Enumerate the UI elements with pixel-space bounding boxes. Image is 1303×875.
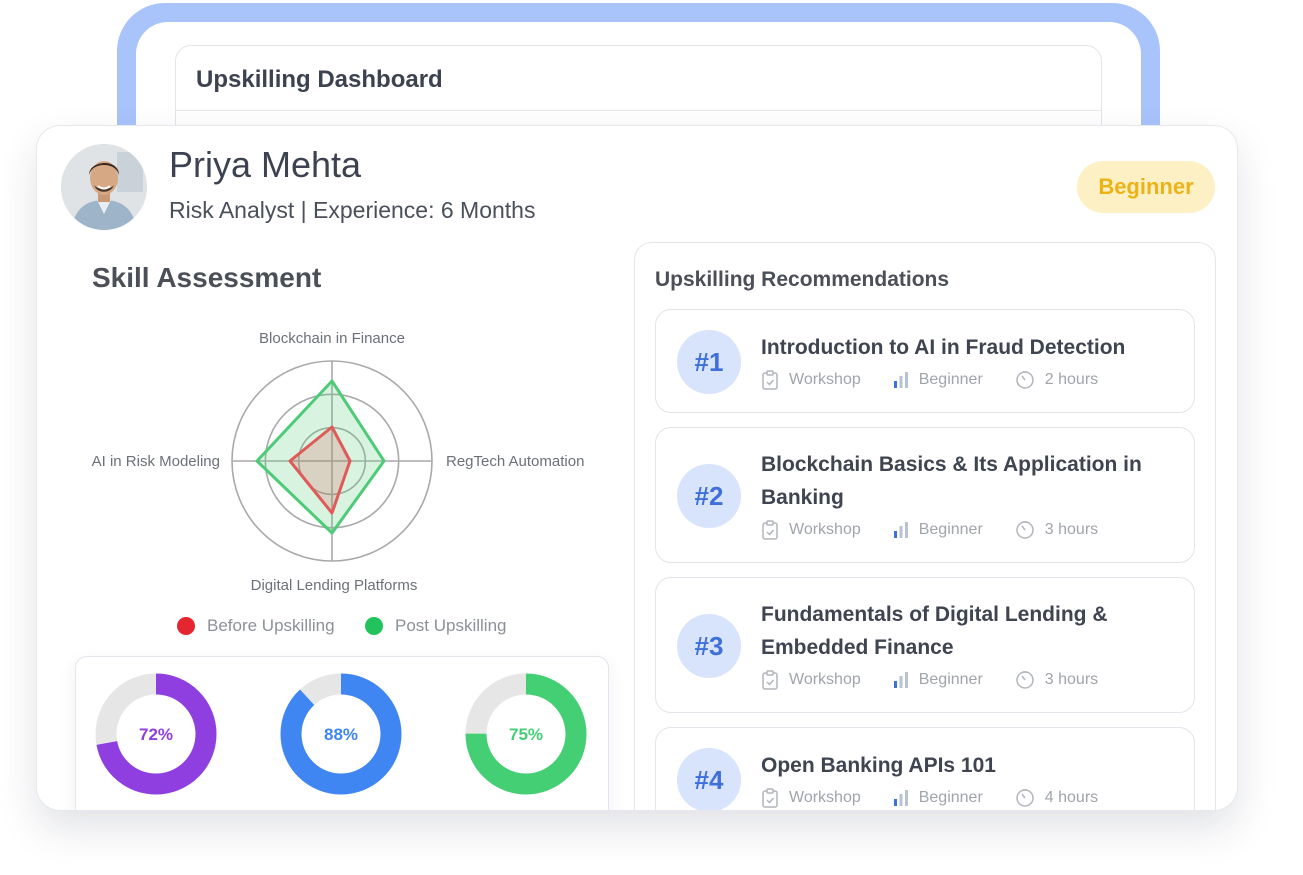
progress-donut-1: 72% [95, 673, 217, 795]
recommendation-item-2[interactable]: #2 Blockchain Basics & Its Application i… [655, 427, 1195, 563]
recommendation-meta: Workshop Beginner 2 hours [761, 370, 1130, 390]
progress-donut-3: 75% [465, 673, 587, 795]
meta-level: Beginner [893, 371, 983, 389]
legend-before-dot [177, 617, 195, 635]
recommendation-item-4[interactable]: #4 Open Banking APIs 101 Workshop Beginn… [655, 727, 1195, 810]
radar-axis-label: Blockchain in Finance [259, 330, 405, 347]
skill-assessment-title: Skill Assessment [92, 262, 322, 293]
radar-axis-label: RegTech Automation [446, 453, 584, 470]
meta-duration: 4 hours [1015, 788, 1098, 808]
meta-level: Beginner [893, 521, 983, 539]
dashboard-title: Upskilling Dashboard [196, 66, 443, 93]
recommendation-title: Introduction to AI in Fraud Detection [761, 336, 1126, 359]
meta-duration: 2 hours [1015, 370, 1098, 390]
legend-post-label: Post Upskilling [395, 616, 507, 635]
meta-level-label: Beginner [918, 789, 983, 806]
timer-icon [1016, 789, 1034, 807]
meta-level-label: Beginner [918, 521, 983, 538]
radar-chart: Blockchain in Finance RegTech Automation D… [92, 330, 585, 594]
recommendations-panel: Upskilling Recommendations #1 Introducti… [634, 242, 1216, 810]
legend-before: Before Upskilling [177, 616, 335, 636]
timer-icon [1016, 671, 1034, 689]
meta-type-label: Workshop [789, 521, 861, 538]
radar-axis-label: Digital Lending Platforms [251, 577, 418, 594]
recommendation-item-3[interactable]: #3 Fundamentals of Digital Lending & Emb… [655, 577, 1195, 713]
level-badge: Beginner [1077, 161, 1215, 213]
meta-type: Workshop [761, 520, 861, 540]
rank-badge: #4 [677, 748, 741, 810]
clipboard-icon [762, 520, 778, 540]
clipboard-icon [762, 670, 778, 690]
rank-badge: #3 [677, 614, 741, 678]
recommendations-title: Upskilling Recommendations [655, 268, 950, 291]
meta-duration-label: 2 hours [1044, 371, 1099, 388]
bar-chart-icon [893, 522, 908, 538]
meta-type-label: Workshop [789, 671, 861, 688]
legend-post-dot [365, 617, 383, 635]
donut-percent-label: 88% [324, 725, 358, 744]
meta-type-label: Workshop [789, 789, 861, 806]
progress-card: 72% 88% 75% [75, 656, 609, 810]
profile-card: Priya Mehta Risk Analyst | Experience: 6… [36, 125, 1238, 811]
avatar [61, 144, 147, 230]
recommendation-meta: Workshop Beginner 3 hours [761, 520, 1130, 540]
radar-axis-label: AI in Risk Modeling [92, 453, 220, 470]
clipboard-icon [762, 370, 778, 390]
recommendation-item-1[interactable]: #1 Introduction to AI in Fraud Detection… [655, 309, 1195, 413]
meta-duration: 3 hours [1015, 520, 1098, 540]
meta-type-label: Workshop [789, 371, 861, 388]
clipboard-icon [762, 788, 778, 808]
donut-percent-label: 75% [509, 725, 543, 744]
legend-before-label: Before Upskilling [207, 616, 335, 635]
divider [176, 110, 1101, 111]
meta-level: Beginner [893, 789, 983, 807]
bar-chart-icon [893, 790, 908, 806]
donut-percent-label: 72% [139, 725, 173, 744]
meta-duration-label: 4 hours [1044, 789, 1099, 806]
meta-type: Workshop [761, 670, 861, 690]
meta-level-label: Beginner [918, 371, 983, 388]
recommendation-meta: Workshop Beginner 3 hours [761, 670, 1130, 690]
meta-level-label: Beginner [918, 671, 983, 688]
recommendation-title: Open Banking APIs 101 [761, 754, 996, 777]
profile-role: Risk Analyst | Experience: 6 Months [169, 197, 536, 223]
timer-icon [1016, 521, 1034, 539]
recommendation-meta: Workshop Beginner 4 hours [761, 788, 1130, 808]
meta-level: Beginner [893, 671, 983, 689]
meta-duration-label: 3 hours [1044, 671, 1099, 688]
progress-donut-2: 88% [280, 673, 402, 795]
meta-type: Workshop [761, 788, 861, 808]
meta-type: Workshop [761, 370, 861, 390]
rank-badge: #2 [677, 464, 741, 528]
meta-duration-label: 3 hours [1044, 521, 1099, 538]
rank-badge: #1 [677, 330, 741, 394]
profile-name: Priya Mehta [169, 144, 362, 185]
recommendation-title: Fundamentals of Digital Lending & Embedd… [761, 603, 1108, 659]
bar-chart-icon [893, 672, 908, 688]
bar-chart-icon [893, 372, 908, 388]
legend-post: Post Upskilling [365, 616, 507, 636]
meta-duration: 3 hours [1015, 670, 1098, 690]
timer-icon [1016, 371, 1034, 389]
recommendation-title: Blockchain Basics & Its Application in B… [761, 453, 1142, 509]
